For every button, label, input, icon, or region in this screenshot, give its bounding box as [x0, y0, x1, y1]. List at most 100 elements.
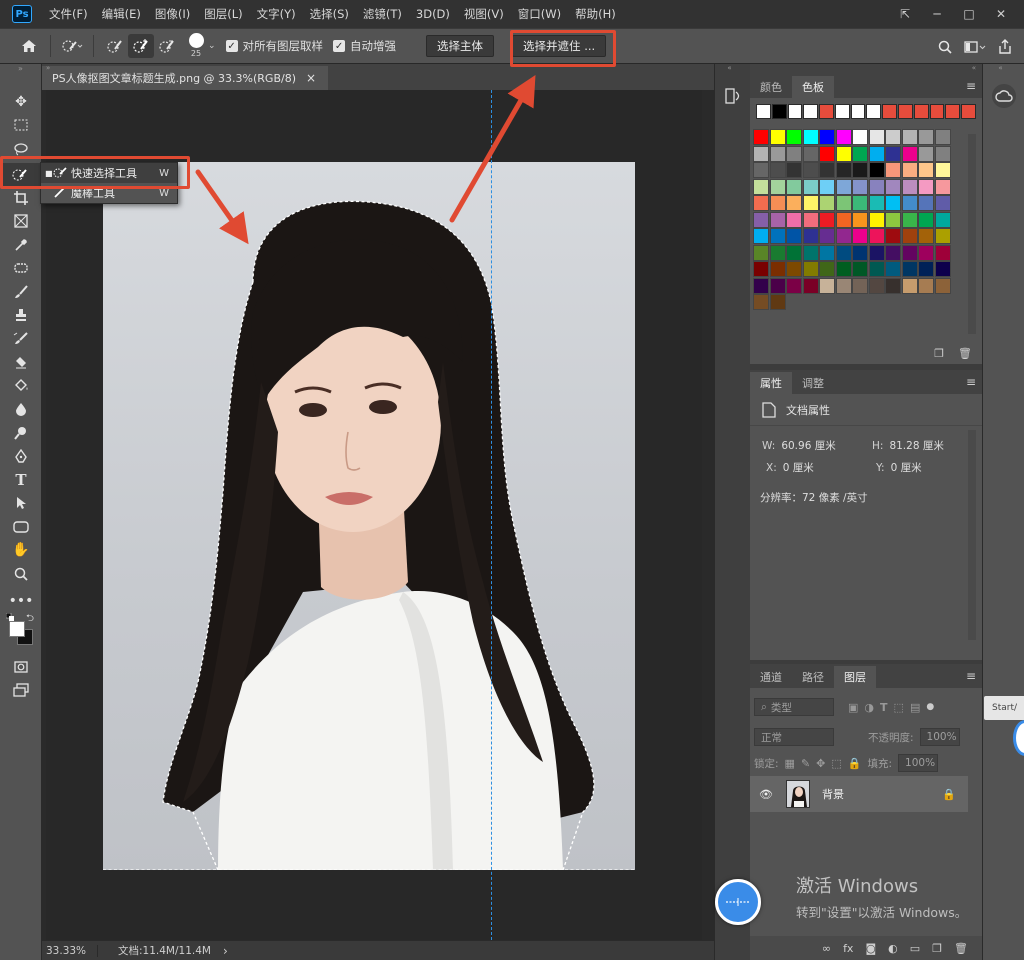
- swatch[interactable]: [769, 145, 786, 162]
- recent-swatch[interactable]: [850, 104, 866, 119]
- swatch[interactable]: [918, 277, 934, 294]
- status-menu-icon[interactable]: ›: [223, 944, 228, 958]
- swatch[interactable]: [819, 195, 835, 211]
- collapse-icon[interactable]: ⇱: [890, 3, 920, 25]
- panel-menu-icon[interactable]: ≡: [966, 375, 976, 389]
- select-and-mask-button[interactable]: 选择并遮住 ...: [512, 35, 607, 57]
- close-tab-icon[interactable]: ×: [306, 71, 316, 85]
- rectangle-tool-icon[interactable]: [0, 515, 42, 539]
- swatch[interactable]: [786, 211, 802, 228]
- layer-name[interactable]: 背景: [822, 786, 844, 802]
- swatch[interactable]: [753, 277, 769, 294]
- history-brush-tool-icon[interactable]: [0, 327, 42, 351]
- swatch[interactable]: [753, 211, 769, 228]
- swatch[interactable]: [901, 211, 918, 228]
- swatch[interactable]: [918, 178, 934, 195]
- blend-mode-dropdown[interactable]: 正常: [754, 728, 834, 746]
- tab-channels[interactable]: 通道: [750, 666, 792, 688]
- swatch[interactable]: [868, 228, 885, 244]
- swatch[interactable]: [901, 129, 918, 145]
- visibility-eye-icon[interactable]: 👁: [754, 788, 778, 801]
- swatch[interactable]: [769, 211, 786, 228]
- swatch[interactable]: [885, 244, 901, 261]
- swatch[interactable]: [802, 145, 819, 162]
- swatch[interactable]: [934, 129, 951, 145]
- swatch[interactable]: [918, 261, 934, 277]
- recent-swatch[interactable]: [945, 104, 961, 119]
- new-group-icon[interactable]: ▭: [910, 942, 920, 955]
- document-tab[interactable]: PS人像抠图文章标题生成.png @ 33.3%(RGB/8) ×: [42, 66, 329, 90]
- swatch[interactable]: [769, 195, 786, 211]
- type-filter-icon[interactable]: T: [880, 701, 888, 714]
- swatch[interactable]: [819, 244, 835, 261]
- swatch[interactable]: [835, 228, 852, 244]
- swatch[interactable]: [868, 277, 885, 294]
- quick-selection-tool-icon[interactable]: [0, 162, 42, 186]
- move-tool-icon[interactable]: ✥: [0, 90, 42, 114]
- document-image[interactable]: [103, 162, 635, 870]
- swatch[interactable]: [753, 162, 769, 178]
- blur-tool-icon[interactable]: [0, 398, 42, 422]
- swatch[interactable]: [802, 178, 819, 195]
- menu-filter[interactable]: 滤镜(T): [356, 0, 409, 28]
- new-selection-brush-icon[interactable]: [102, 34, 128, 58]
- swatch[interactable]: [868, 162, 885, 178]
- history-panel-icon[interactable]: [723, 86, 743, 106]
- workspace-icon[interactable]: [962, 35, 988, 59]
- swatch[interactable]: [769, 261, 786, 277]
- tab-color[interactable]: 颜色: [750, 76, 792, 98]
- swatches-scrollbar[interactable]: [968, 134, 976, 334]
- trash-icon[interactable]: 🗑: [954, 942, 968, 955]
- swatch[interactable]: [934, 178, 951, 195]
- dodge-tool-icon[interactable]: [0, 421, 42, 445]
- swatch[interactable]: [769, 162, 786, 178]
- layer-row-background[interactable]: 👁 背景 🔒: [750, 776, 968, 812]
- add-mask-icon[interactable]: ◙: [865, 942, 876, 955]
- recent-swatch[interactable]: [898, 104, 913, 119]
- swatch[interactable]: [819, 277, 835, 294]
- swatch[interactable]: [918, 228, 934, 244]
- search-icon[interactable]: [932, 35, 958, 59]
- menu-layer[interactable]: 图层(L): [197, 0, 249, 28]
- width-value[interactable]: 60.96 厘米: [781, 440, 835, 452]
- swatch[interactable]: [901, 228, 918, 244]
- swatch[interactable]: [885, 261, 901, 277]
- lock-image-icon[interactable]: ✎: [801, 757, 810, 770]
- swatch[interactable]: [868, 195, 885, 211]
- swatch[interactable]: [885, 277, 901, 294]
- shape-filter-icon[interactable]: ⬚: [894, 701, 904, 714]
- swatch[interactable]: [786, 129, 802, 145]
- brush-tool-icon[interactable]: [0, 280, 42, 304]
- add-to-selection-brush-icon[interactable]: [128, 34, 154, 58]
- swatch[interactable]: [868, 178, 885, 195]
- swatch[interactable]: [819, 211, 835, 228]
- fill-input[interactable]: 100%: [898, 754, 939, 772]
- swatch[interactable]: [835, 145, 852, 162]
- swatch[interactable]: [786, 195, 802, 211]
- trash-icon[interactable]: 🗑: [958, 347, 972, 360]
- auto-enhance-checkbox[interactable]: ✓ 自动增强: [333, 38, 396, 54]
- layer-style-icon[interactable]: fx: [843, 942, 853, 955]
- share-icon[interactable]: [992, 35, 1018, 59]
- swatch[interactable]: [852, 162, 868, 178]
- menu-3d[interactable]: 3D(D): [409, 0, 457, 28]
- paint-bucket-tool-icon[interactable]: [0, 374, 42, 398]
- menu-image[interactable]: 图像(I): [148, 0, 197, 28]
- swatch[interactable]: [802, 244, 819, 261]
- swatch[interactable]: [918, 145, 934, 162]
- recent-swatch[interactable]: [929, 104, 945, 119]
- swatch[interactable]: [786, 162, 802, 178]
- tab-layers[interactable]: 图层: [834, 666, 876, 688]
- tab-swatches[interactable]: 色板: [792, 76, 834, 98]
- floating-assistant-icon[interactable]: [715, 879, 761, 925]
- panel-grip-icon[interactable]: «: [715, 64, 750, 74]
- recent-swatch[interactable]: [866, 104, 882, 119]
- swatch[interactable]: [852, 261, 868, 277]
- swatch[interactable]: [835, 211, 852, 228]
- adjustment-filter-icon[interactable]: ◑: [864, 701, 874, 714]
- chevron-down-icon[interactable]: ⌄: [208, 41, 216, 51]
- foreground-color-swatch[interactable]: [9, 621, 25, 637]
- swatch[interactable]: [802, 195, 819, 211]
- marquee-tool-icon[interactable]: [0, 114, 42, 138]
- menu-help[interactable]: 帮助(H): [568, 0, 623, 28]
